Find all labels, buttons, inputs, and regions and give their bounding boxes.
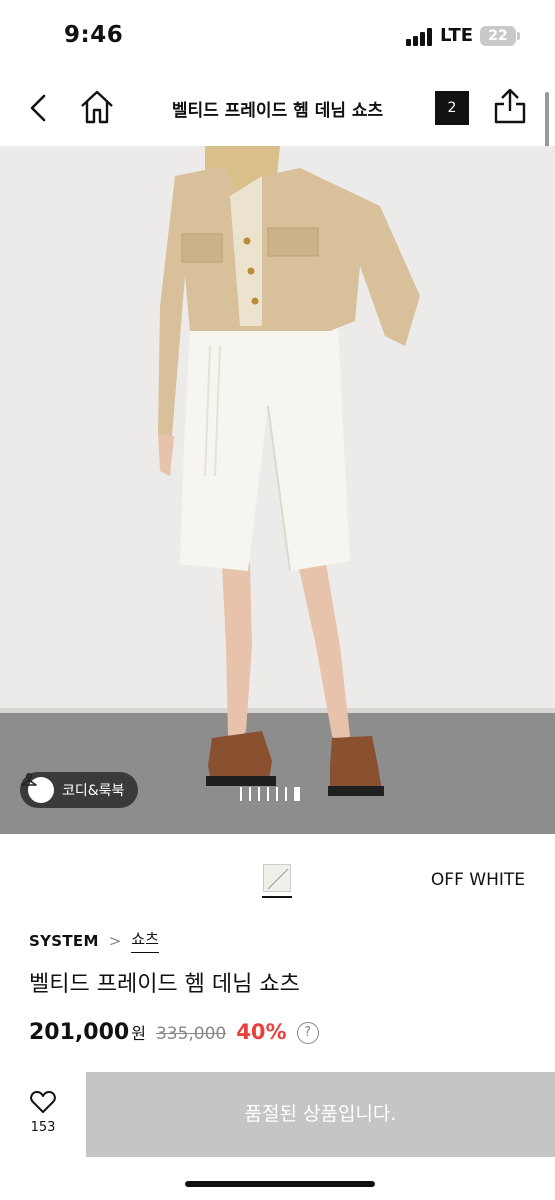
like-button[interactable]: 153 (22, 1090, 64, 1146)
carousel-dot[interactable] (240, 787, 242, 801)
battery-level: 22 (488, 28, 508, 44)
sale-price: 201,000 (29, 1020, 130, 1045)
status-bar: 9:46 LTE 22 (0, 0, 555, 72)
carousel-dot[interactable] (258, 787, 260, 801)
chevron-right-icon: > (108, 931, 122, 950)
carousel-dot[interactable] (249, 787, 251, 801)
home-icon[interactable] (78, 88, 116, 126)
battery-icon: 22 (480, 26, 520, 46)
product-name: 벨티드 프레이드 헴 데님 쇼츠 (29, 972, 300, 997)
currency-label: 원 (131, 1024, 146, 1043)
nav-bar: 벨티드 프레이드 헴 데님 쇼츠 2 (0, 72, 555, 144)
color-swatch-off-white[interactable] (263, 864, 291, 892)
brand-link[interactable]: SYSTEM (29, 932, 99, 950)
soldout-button[interactable]: 품절된 상품입니다. (86, 1072, 555, 1157)
original-price: 335,000 (155, 1024, 227, 1044)
price-row: 201,000 원 335,000 40% ? (29, 1020, 319, 1045)
carousel-dot[interactable] (267, 787, 269, 801)
info-icon[interactable]: ? (296, 1021, 319, 1044)
status-time: 9:46 (64, 22, 124, 48)
signal-icon (406, 28, 434, 46)
carousel-pagination[interactable] (240, 787, 300, 801)
heart-icon (30, 1091, 56, 1113)
recent-count-badge[interactable]: 2 (435, 91, 469, 125)
discount-rate: 40% (236, 1020, 287, 1044)
codi-lookbook-label: 코디&룩북 (62, 783, 125, 799)
carousel-dot-active[interactable] (294, 787, 300, 801)
network-label: LTE (440, 25, 474, 46)
product-photo (0, 146, 555, 834)
back-icon[interactable] (24, 90, 54, 126)
hanger-icon (21, 773, 54, 803)
page-title: 벨티드 프레이드 헴 데님 쇼츠 (171, 101, 384, 121)
carousel-dot[interactable] (285, 787, 287, 801)
like-count: 153 (30, 1120, 56, 1135)
share-icon[interactable] (492, 86, 528, 126)
breadcrumb: SYSTEM > 쇼츠 (29, 928, 159, 953)
category-link[interactable]: 쇼츠 (131, 928, 159, 953)
color-name: OFF WHITE (430, 870, 525, 890)
home-indicator (185, 1181, 375, 1187)
product-image-carousel[interactable]: 코디&룩북 (0, 146, 555, 834)
color-selector: OFF WHITE (0, 834, 555, 918)
swatch-selected-indicator (262, 896, 292, 898)
codi-lookbook-button[interactable]: 코디&룩북 (20, 772, 139, 808)
carousel-dot[interactable] (276, 787, 278, 801)
